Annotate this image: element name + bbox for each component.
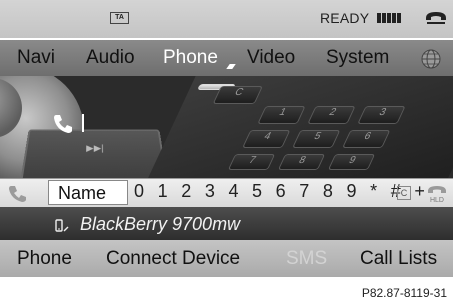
keypad-key-c: C xyxy=(212,86,263,104)
globe-icon[interactable] xyxy=(421,49,441,69)
ta-badge: TA xyxy=(110,12,129,24)
menu-item-phone[interactable]: Phone xyxy=(163,47,218,69)
menu-item-system[interactable]: System xyxy=(326,47,389,69)
controller-knob-face xyxy=(0,78,22,138)
main-menu: Navi Audio Phone Video System xyxy=(0,40,453,76)
keypad-key-3: 3 xyxy=(357,106,406,124)
control-panel-photo: ▶▶| C 1 2 3 4 5 6 7 8 9 xyxy=(0,76,453,180)
figure-reference: P82.87-8119-31 xyxy=(361,286,447,300)
device-row: BlackBerry 9700mw xyxy=(0,207,453,240)
dial-handset-icon[interactable] xyxy=(8,184,28,202)
hold-icon[interactable]: HLD xyxy=(426,182,448,204)
submenu-item-sms: SMS xyxy=(286,248,328,269)
signal-strength-icon xyxy=(377,13,401,23)
menu-item-navi[interactable]: Navi xyxy=(17,47,55,69)
submenu-item-connect-device[interactable]: Connect Device xyxy=(106,248,240,270)
phone-screen: TA READY Navi Audio Phone Video System ▶… xyxy=(0,0,453,305)
keypad-key-9: 9 xyxy=(327,154,376,170)
character-selection[interactable]: 0 1 2 3 4 5 6 7 8 9 * # + xyxy=(134,181,429,202)
keypad-key-6: 6 xyxy=(342,130,391,148)
edit-handset-icon xyxy=(54,115,72,133)
submenu-item-phone[interactable]: Phone xyxy=(17,248,72,270)
name-option-label: Name xyxy=(58,183,107,203)
clear-button[interactable]: C xyxy=(397,186,411,200)
keypad-key-2: 2 xyxy=(307,106,356,124)
ready-status: READY xyxy=(320,10,370,26)
footer: P82.87-8119-31 xyxy=(0,277,453,305)
character-bar: Name 0 1 2 3 4 5 6 7 8 9 * # + C HLD xyxy=(0,178,453,208)
phone-submenu: Phone Connect Device SMS Call Lists xyxy=(0,240,453,277)
active-menu-indicator xyxy=(226,64,236,69)
submenu-item-call-lists[interactable]: Call Lists xyxy=(360,248,437,270)
keypad-key-4: 4 xyxy=(242,130,291,148)
keypad-key-7: 7 xyxy=(227,154,276,170)
menu-item-audio[interactable]: Audio xyxy=(86,47,135,69)
name-option[interactable]: Name xyxy=(48,180,128,205)
keypad-key-1: 1 xyxy=(257,106,306,124)
status-bar: TA READY xyxy=(0,0,453,38)
mobile-phone-icon xyxy=(55,219,69,232)
menu-item-video[interactable]: Video xyxy=(247,47,295,69)
keypad-key-8: 8 xyxy=(277,154,326,170)
handset-icon xyxy=(426,12,446,24)
text-cursor xyxy=(82,114,84,132)
keypad-key-5: 5 xyxy=(292,130,341,148)
keypad: C 1 2 3 4 5 6 7 8 9 xyxy=(139,76,453,180)
connected-device-name: BlackBerry 9700mw xyxy=(80,214,241,234)
skip-button: ▶▶| xyxy=(18,129,170,180)
skip-button-label: ▶▶| xyxy=(86,143,104,154)
svg-text:HLD: HLD xyxy=(430,197,444,204)
